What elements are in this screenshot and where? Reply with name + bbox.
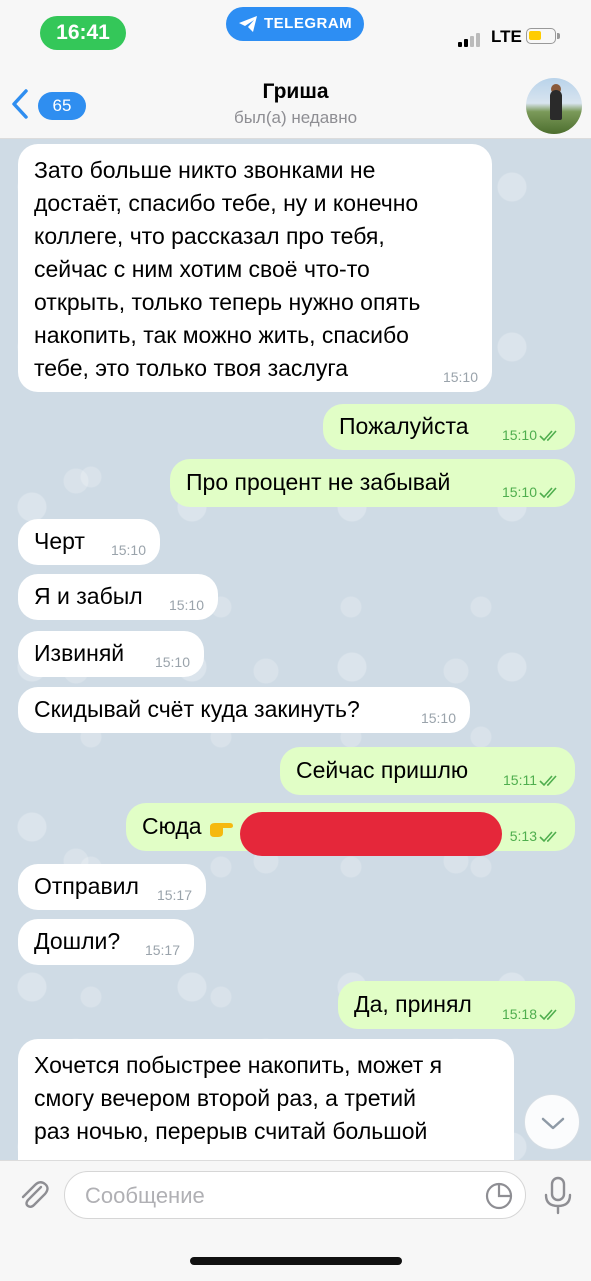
double-check-icon — [539, 487, 557, 499]
message-text-line: достаёт, спасибо тебе, ну и конечно — [34, 190, 419, 216]
message-text-line: Зато больше никто звонками не — [34, 157, 376, 183]
pointing-hand-emoji — [209, 822, 233, 837]
signal-icon — [458, 29, 482, 47]
message-incoming[interactable]: Дошли? 15:17 — [18, 919, 194, 965]
message-incoming[interactable]: Отправил 15:17 — [18, 864, 206, 910]
attach-paperclip-icon[interactable] — [14, 1175, 54, 1215]
message-text: Дошли? — [34, 928, 121, 954]
message-text: Сейчас пришлю — [296, 757, 469, 783]
message-text: Сюда — [142, 813, 202, 839]
message-text-line: сейчас с ним хотим своё что-то — [34, 256, 370, 282]
double-check-icon — [539, 430, 557, 442]
message-list[interactable]: Зато больше никто звонками не достаёт, с… — [0, 139, 591, 1160]
message-time: 15:10 — [420, 710, 456, 726]
chat-title[interactable]: Гриша — [0, 80, 591, 104]
telegram-plane-icon — [239, 16, 257, 32]
message-time: 15:10 — [442, 369, 478, 385]
status-time: 16:41 — [40, 16, 126, 50]
double-check-icon — [539, 775, 557, 787]
message-time: 15:17 — [156, 887, 192, 903]
message-outgoing[interactable]: Про процент не забывай 15:10 — [170, 459, 575, 507]
message-text: Извиняй — [34, 640, 125, 666]
message-time: 15:10 — [501, 484, 537, 500]
message-text-line: тебе, это только твоя заслуга — [34, 355, 349, 381]
status-bar: 16:41 TELEGRAM LTE — [0, 0, 591, 70]
message-incoming[interactable]: Скидывай счёт куда закинуть? 15:10 — [18, 687, 470, 733]
message-input[interactable] — [83, 1180, 467, 1212]
message-time: 15:10 — [154, 654, 190, 670]
message-incoming[interactable]: Зато больше никто звонками не достаёт, с… — [18, 144, 492, 392]
home-indicator — [190, 1257, 402, 1265]
message-time: 15:10 — [501, 427, 537, 443]
chat-last-seen: был(а) недавно — [233, 108, 358, 127]
network-type: LTE — [491, 27, 522, 46]
message-incoming[interactable]: Я и забыл 15:10 — [18, 574, 218, 620]
chat-header: 65 Гриша был(а) недавно — [0, 70, 591, 139]
scroll-to-bottom-button[interactable] — [524, 1094, 580, 1150]
message-time: 15:11 — [503, 772, 537, 788]
message-field[interactable] — [64, 1171, 526, 1219]
message-text: Черт — [34, 528, 85, 554]
message-text-line: Хочется побыстрее накопить, может я — [34, 1052, 443, 1078]
message-outgoing[interactable]: Пожалуйста 15:10 — [323, 404, 575, 450]
message-text: Отправил — [34, 873, 139, 899]
message-text-line: смогу вечером второй раз, а третий — [34, 1085, 416, 1111]
message-input-bar — [0, 1160, 591, 1281]
message-incoming[interactable]: Черт 15:10 — [18, 519, 160, 565]
message-text-line: открыть, только теперь нужно опять — [34, 289, 421, 315]
message-incoming[interactable]: Извиняй 15:10 — [18, 631, 204, 677]
message-outgoing[interactable]: Да, принял 15:18 — [338, 981, 575, 1029]
redaction-mark — [240, 812, 502, 856]
message-time: 5:13 — [509, 828, 537, 844]
double-check-icon — [539, 1009, 557, 1021]
message-text-line: коллеге, что рассказал про тебя, — [34, 223, 385, 249]
microphone-icon[interactable] — [540, 1175, 576, 1215]
double-check-icon — [539, 831, 557, 843]
message-text-line: раз ночью, перерыв считай большой — [34, 1118, 428, 1144]
message-text: Скидывай счёт куда закинуть? — [34, 696, 360, 722]
battery-icon — [526, 28, 560, 44]
chevron-down-icon — [541, 1117, 565, 1130]
message-time: 15:17 — [144, 942, 180, 958]
telegram-pill-label: TELEGRAM — [264, 15, 353, 32]
message-outgoing[interactable]: Сейчас пришлю 15:11 — [280, 747, 575, 795]
message-text-line: накопить, так можно жить, спасибо — [34, 322, 409, 348]
telegram-pill[interactable]: TELEGRAM — [226, 7, 364, 41]
message-time: 15:10 — [168, 597, 204, 613]
message-time: 15:10 — [110, 542, 146, 558]
message-text: Да, принял — [354, 991, 472, 1017]
message-text: Про процент не забывай — [186, 469, 451, 495]
sticker-icon[interactable] — [483, 1180, 515, 1212]
avatar[interactable] — [526, 78, 582, 134]
message-text: Пожалуйста — [339, 413, 469, 439]
message-time: 15:18 — [501, 1006, 537, 1022]
message-text: Я и забыл — [34, 583, 143, 609]
message-incoming[interactable]: Хочется побыстрее накопить, может я смог… — [18, 1039, 514, 1160]
